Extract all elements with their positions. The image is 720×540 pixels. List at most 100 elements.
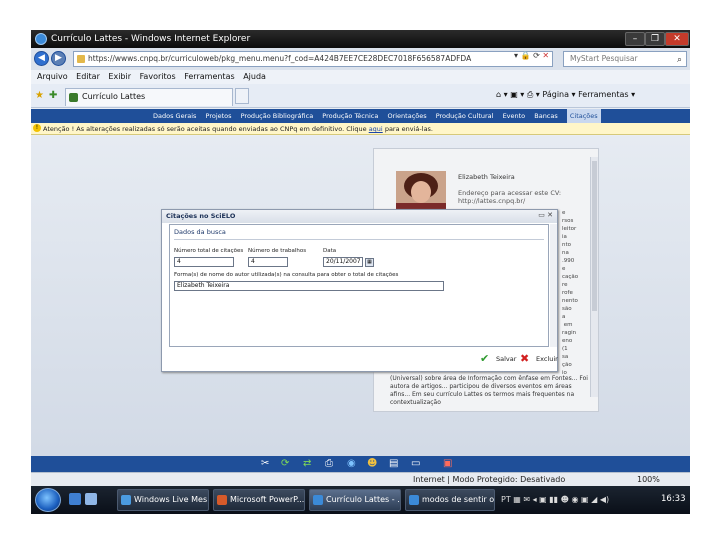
exit-button[interactable]: ✖ Excluir (520, 353, 558, 365)
command-bar[interactable]: ⌂ ▾ ▣ ▾ ⎙ ▾ Página ▾ Ferramentas ▾ (496, 90, 635, 100)
dialog-minimize-icon[interactable]: ▭ (538, 211, 545, 219)
taskbar: Windows Live Mes... Microsoft PowerP... … (31, 486, 690, 514)
nav-projetos[interactable]: Projetos (206, 109, 232, 123)
people-icon[interactable]: ☻ (367, 457, 377, 471)
nav-orientacoes[interactable]: Orientações (387, 109, 426, 123)
nav-producao-cultural[interactable]: Produção Cultural (436, 109, 494, 123)
zoom-level[interactable]: 100% (637, 473, 660, 486)
section-title: Dados da busca (174, 228, 226, 236)
dialog-body: Dados da busca Número total de citações … (169, 224, 549, 347)
refresh-icon[interactable]: ⟳ (533, 51, 540, 60)
url-text: https://wwws.cnpq.br/curriculoweb/pkg_me… (88, 54, 472, 63)
system-tray[interactable]: PT ▦ ✉ ◂ ▣ ▮▮ ☻ ◉ ▣ ◢ ◀) (501, 495, 609, 504)
window-title-bar: Currículo Lattes - Windows Internet Expl… (31, 30, 690, 48)
language-indicator[interactable]: PT (501, 495, 511, 504)
desktop-screen: Currículo Lattes - Windows Internet Expl… (31, 30, 690, 514)
total-citations-field[interactable]: 4 (174, 257, 234, 267)
lock-status-icon[interactable]: 🔒 (521, 51, 531, 60)
ie-taskbar-icon (313, 495, 323, 505)
clock[interactable]: 16:33 (661, 494, 686, 504)
date-field[interactable]: 20/11/2007 (323, 257, 363, 267)
author-name-field[interactable]: Elizabeth Teixeira (174, 281, 444, 291)
site-navigation: Dados Gerais Projetos Produção Bibliográ… (31, 109, 690, 123)
document-icon[interactable]: ▤ (389, 457, 398, 471)
nav-evento[interactable]: Evento (503, 109, 526, 123)
taskbar-button-lattes[interactable]: Currículo Lattes - ... (309, 489, 401, 511)
dialog-title: Citações no SciELO (162, 210, 557, 223)
address-actions[interactable]: ▾ 🔒 ⟳ ✕ (514, 51, 549, 60)
x-icon: ✖ (520, 352, 530, 365)
citations-dialog: Citações no SciELO ▭ ✕ Dados da busca Nú… (161, 209, 558, 372)
maximize-button[interactable]: ❐ (645, 32, 665, 46)
search-input[interactable]: MyStart Pesquisar ⌕ (563, 51, 687, 67)
total-citations-label: Número total de citações (174, 248, 244, 254)
close-button[interactable]: ✕ (665, 32, 689, 46)
menu-editar[interactable]: Editar (76, 70, 100, 84)
save-button[interactable]: ✔ Salvar (480, 353, 516, 365)
nav-citacoes[interactable]: Citações (566, 109, 601, 123)
nav-producao-bibliografica[interactable]: Produção Bibliográfica (241, 109, 314, 123)
start-button[interactable] (35, 488, 61, 512)
nav-dados-gerais[interactable]: Dados Gerais (153, 109, 196, 123)
menu-favoritos[interactable]: Favoritos (140, 70, 176, 84)
ie-icon (35, 33, 47, 45)
dialog-controls[interactable]: ▭ ✕ (538, 211, 553, 219)
address-field[interactable]: https://wwws.cnpq.br/curriculoweb/pkg_me… (73, 51, 553, 67)
taskbar-button-powerpoint[interactable]: Microsoft PowerP... (213, 489, 305, 511)
tools-icon[interactable]: ✂ (261, 457, 269, 471)
articles-label: Número de trabalhos (248, 248, 307, 254)
feeds-icon[interactable]: ▣ (510, 90, 518, 99)
favorites-star-icon[interactable]: ★ (35, 90, 44, 101)
forward-button[interactable]: ▶ (51, 51, 66, 66)
arrows-icon[interactable]: ⇄ (303, 457, 311, 471)
dialog-scrollbar[interactable] (550, 224, 557, 347)
tab-curriculo-lattes[interactable]: Currículo Lattes (65, 88, 233, 106)
search-icon[interactable]: ⌕ (677, 53, 682, 67)
profile-summary: (Universal) sobre área de Informação com… (390, 375, 588, 406)
add-favorite-icon[interactable]: ✚ (49, 90, 57, 101)
quicklaunch-icon-2[interactable] (85, 493, 97, 505)
new-tab-button[interactable] (235, 88, 249, 104)
window-title: Currículo Lattes - Windows Internet Expl… (51, 34, 251, 44)
search-placeholder: MyStart Pesquisar (570, 54, 638, 63)
address-toolbar: ◀ ▶ https://wwws.cnpq.br/curriculoweb/pk… (31, 48, 690, 70)
check-icon: ✔ (480, 352, 490, 365)
quicklaunch-icon-1[interactable] (69, 493, 81, 505)
lattes-favicon (69, 93, 78, 102)
stop-icon[interactable]: ✕ (542, 51, 549, 60)
messenger-icon (121, 495, 131, 505)
taskbar-button-messenger[interactable]: Windows Live Mes... (117, 489, 209, 511)
profile-link[interactable]: Endereço para acessar este CV: http://la… (458, 189, 598, 205)
taskbar-label: modos de sentir o ... (422, 495, 495, 504)
refresh-green-icon[interactable]: ⟳ (281, 457, 289, 471)
pdf-icon[interactable]: ▣ (443, 457, 452, 471)
menu-arquivo[interactable]: Arquivo (37, 70, 68, 84)
print-icon[interactable]: ⎙ (527, 90, 533, 99)
ie-taskbar-icon-2 (409, 495, 419, 505)
menu-exibir[interactable]: Exibir (108, 70, 131, 84)
globe-icon[interactable]: ◉ (347, 457, 356, 471)
articles-field[interactable]: 4 (248, 257, 288, 267)
page-tools[interactable]: Página ▾ Ferramentas ▾ (542, 90, 635, 99)
tray-icons[interactable]: ▦ ✉ ◂ ▣ ▮▮ ☻ ◉ ▣ ◢ ◀) (513, 495, 609, 504)
taskbar-button-modos[interactable]: modos de sentir o ... (405, 489, 495, 511)
info-link[interactable]: aqui (369, 125, 383, 133)
minimize-button[interactable]: – (625, 32, 645, 46)
printer-icon[interactable]: ⎙ (325, 457, 333, 471)
menu-ajuda[interactable]: Ajuda (243, 70, 266, 84)
profile-scrollbar[interactable] (590, 157, 598, 397)
dialog-close-icon[interactable]: ✕ (547, 211, 553, 219)
nav-bancas[interactable]: Bancas (534, 109, 558, 123)
menu-ferramentas[interactable]: Ferramentas (184, 70, 234, 84)
window-icon[interactable]: ▭ (411, 457, 420, 471)
profile-name: Elizabeth Teixeira (458, 173, 515, 181)
back-button[interactable]: ◀ (34, 51, 49, 66)
powerpoint-icon (217, 495, 227, 505)
home-icon[interactable]: ⌂ (496, 90, 501, 99)
nav-producao-tecnica[interactable]: Produção Técnica (322, 109, 378, 123)
lock-icon (77, 55, 85, 63)
profile-side-text: e rsos leitor ia nto na .990 e cação re … (562, 210, 579, 376)
info-text: Atenção ! As alterações realizadas só se… (43, 125, 367, 133)
calendar-icon[interactable]: ▦ (365, 258, 374, 267)
author-name-label: Forma(s) de nome do autor utilizada(s) n… (174, 272, 399, 278)
